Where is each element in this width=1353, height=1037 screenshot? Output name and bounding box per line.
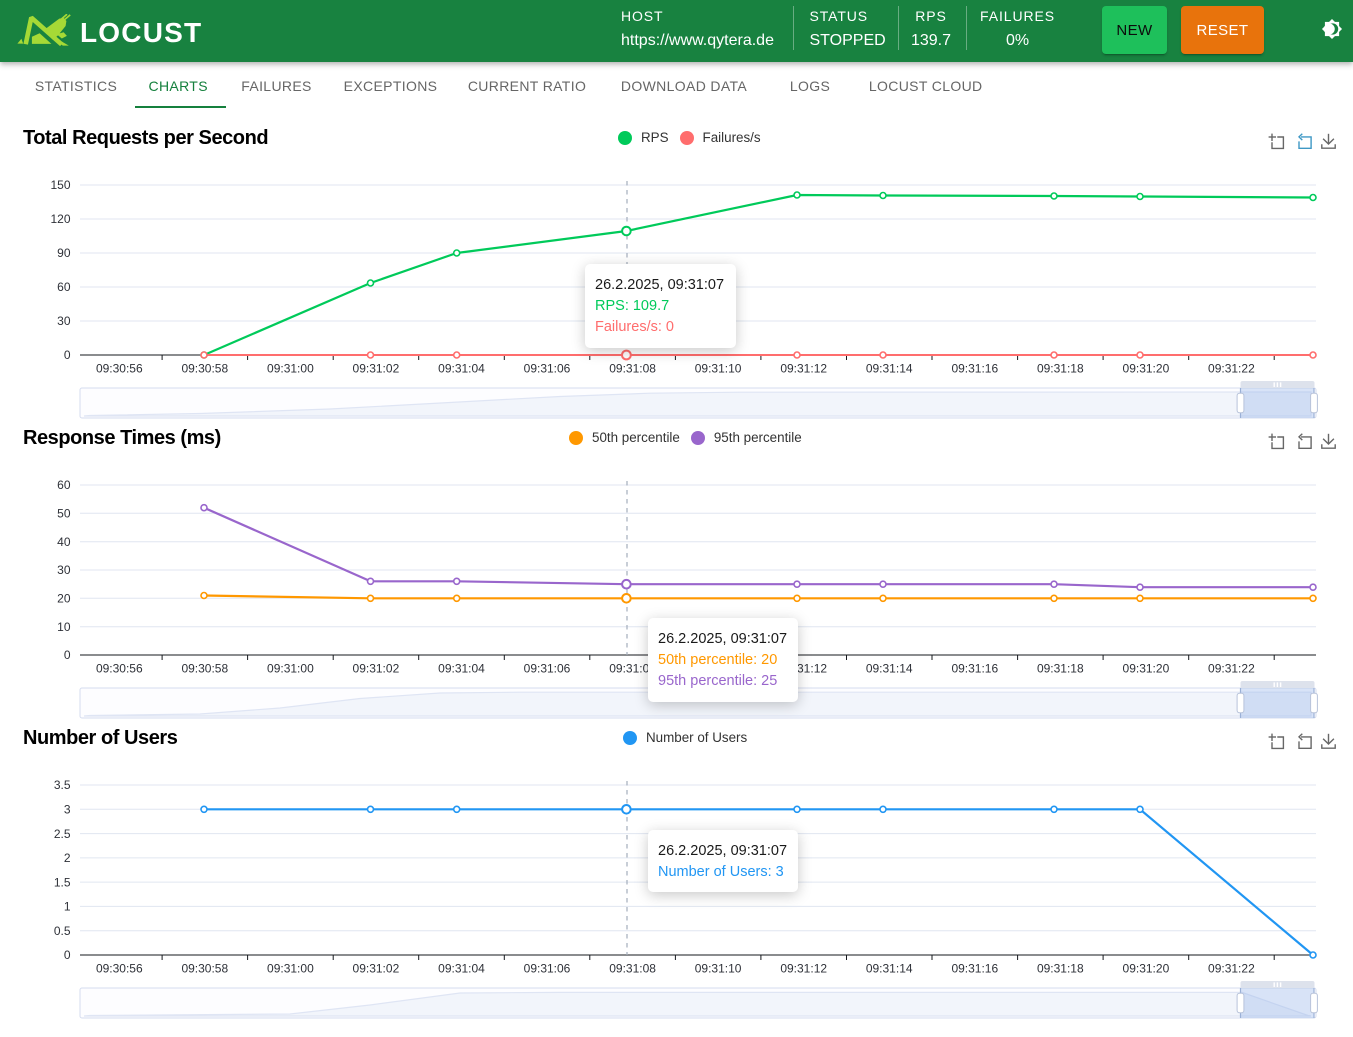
svg-text:09:30:58: 09:30:58 bbox=[181, 962, 228, 976]
svg-text:1: 1 bbox=[64, 900, 71, 914]
svg-text:09:31:02: 09:31:02 bbox=[353, 962, 400, 976]
svg-text:09:31:18: 09:31:18 bbox=[1037, 962, 1084, 976]
svg-text:1.5: 1.5 bbox=[54, 875, 71, 889]
svg-text:09:31:06: 09:31:06 bbox=[524, 362, 571, 376]
svg-text:90: 90 bbox=[57, 246, 71, 260]
svg-text:09:31:12: 09:31:12 bbox=[780, 962, 827, 976]
svg-text:09:31:00: 09:31:00 bbox=[267, 362, 314, 376]
svg-text:09:31:00: 09:31:00 bbox=[267, 962, 314, 976]
svg-text:09:31:06: 09:31:06 bbox=[524, 662, 571, 676]
svg-text:09:31:16: 09:31:16 bbox=[951, 662, 998, 676]
svg-text:09:31:10: 09:31:10 bbox=[695, 362, 742, 376]
svg-text:10: 10 bbox=[57, 620, 71, 634]
svg-text:09:31:20: 09:31:20 bbox=[1123, 662, 1170, 676]
svg-text:09:31:14: 09:31:14 bbox=[866, 662, 913, 676]
svg-text:09:30:56: 09:30:56 bbox=[96, 362, 143, 376]
svg-text:09:31:16: 09:31:16 bbox=[951, 962, 998, 976]
svg-text:0: 0 bbox=[64, 648, 71, 662]
svg-text:09:31:14: 09:31:14 bbox=[866, 362, 913, 376]
svg-text:40: 40 bbox=[57, 535, 71, 549]
svg-text:09:31:06: 09:31:06 bbox=[524, 962, 571, 976]
svg-text:09:30:58: 09:30:58 bbox=[181, 362, 228, 376]
svg-text:20: 20 bbox=[57, 592, 71, 606]
svg-text:09:31:02: 09:31:02 bbox=[353, 362, 400, 376]
svg-text:09:31:08: 09:31:08 bbox=[609, 962, 656, 976]
svg-text:09:31:04: 09:31:04 bbox=[438, 962, 485, 976]
svg-text:09:31:22: 09:31:22 bbox=[1208, 362, 1255, 376]
svg-text:09:31:04: 09:31:04 bbox=[438, 362, 485, 376]
svg-text:3.5: 3.5 bbox=[54, 778, 71, 792]
svg-text:09:31:18: 09:31:18 bbox=[1037, 362, 1084, 376]
svg-text:09:31:22: 09:31:22 bbox=[1208, 662, 1255, 676]
svg-text:09:30:56: 09:30:56 bbox=[96, 962, 143, 976]
svg-text:50: 50 bbox=[57, 507, 71, 521]
svg-text:09:31:00: 09:31:00 bbox=[267, 662, 314, 676]
svg-text:2.5: 2.5 bbox=[54, 827, 71, 841]
svg-text:09:31:20: 09:31:20 bbox=[1123, 362, 1170, 376]
svg-text:3: 3 bbox=[64, 803, 71, 817]
svg-text:09:31:20: 09:31:20 bbox=[1123, 962, 1170, 976]
svg-text:09:31:16: 09:31:16 bbox=[951, 362, 998, 376]
svg-text:60: 60 bbox=[57, 280, 71, 294]
svg-text:09:31:02: 09:31:02 bbox=[353, 662, 400, 676]
svg-text:09:31:10: 09:31:10 bbox=[695, 962, 742, 976]
svg-text:2: 2 bbox=[64, 851, 71, 865]
svg-text:09:31:14: 09:31:14 bbox=[866, 962, 913, 976]
svg-text:150: 150 bbox=[50, 178, 70, 192]
svg-text:09:30:56: 09:30:56 bbox=[96, 662, 143, 676]
svg-text:30: 30 bbox=[57, 314, 71, 328]
svg-text:120: 120 bbox=[50, 212, 70, 226]
svg-text:30: 30 bbox=[57, 563, 71, 577]
svg-text:09:30:58: 09:30:58 bbox=[181, 662, 228, 676]
svg-text:60: 60 bbox=[57, 478, 71, 492]
svg-text:0: 0 bbox=[64, 348, 71, 362]
svg-text:09:31:12: 09:31:12 bbox=[780, 362, 827, 376]
svg-text:0: 0 bbox=[64, 948, 71, 962]
svg-text:09:31:18: 09:31:18 bbox=[1037, 662, 1084, 676]
svg-text:0.5: 0.5 bbox=[54, 924, 71, 938]
svg-text:09:31:04: 09:31:04 bbox=[438, 662, 485, 676]
svg-text:09:31:22: 09:31:22 bbox=[1208, 962, 1255, 976]
svg-text:09:31:08: 09:31:08 bbox=[609, 362, 656, 376]
